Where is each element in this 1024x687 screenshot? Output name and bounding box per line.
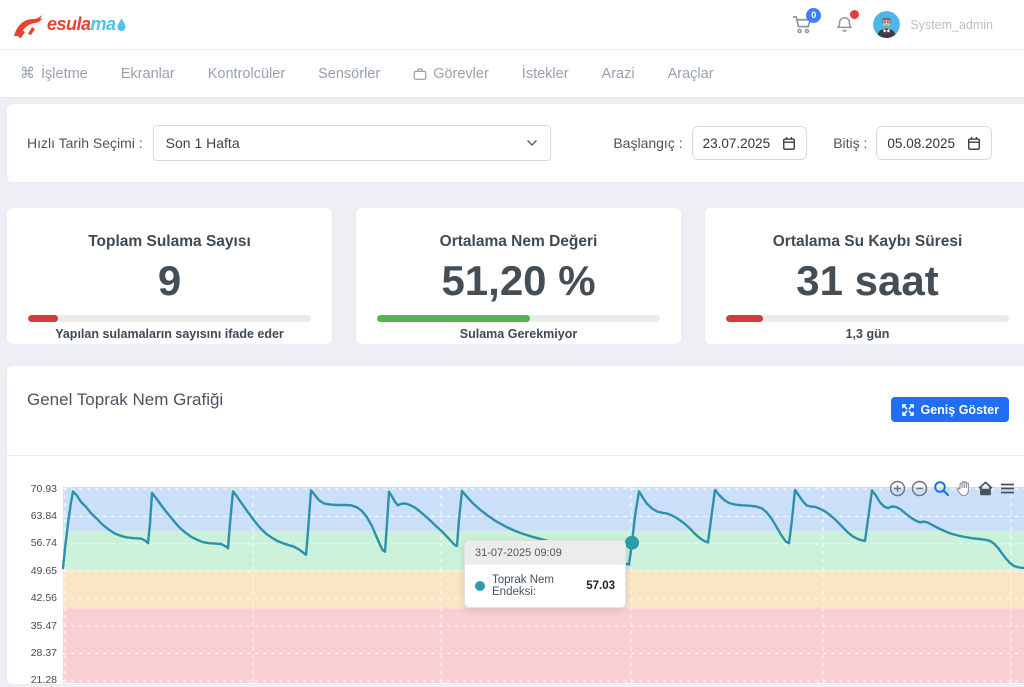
- stat-value: 9: [28, 260, 311, 302]
- pan-icon[interactable]: [955, 480, 972, 497]
- stat-progress-fill: [377, 315, 530, 322]
- logo-wordmark: esulama: [47, 14, 116, 35]
- stat-title: Toplam Sulama Sayısı: [28, 233, 311, 251]
- stat-card-total-irrigation: Toplam Sulama Sayısı 9 Yapılan sulamalar…: [6, 207, 333, 345]
- stat-title: Ortalama Su Kaybı Süresi: [726, 233, 1009, 251]
- nav-item-kontrolculer[interactable]: Kontrolcüler: [208, 66, 285, 82]
- nav-item-gorevler[interactable]: Görevler: [413, 66, 489, 82]
- divider: [7, 455, 1024, 456]
- home-icon[interactable]: [977, 480, 994, 497]
- chevron-down-icon: [526, 139, 538, 147]
- cart-count-badge: 0: [806, 8, 821, 23]
- stat-value: 31 saat: [726, 260, 1009, 302]
- stat-title: Ortalama Nem Değeri: [377, 233, 660, 251]
- tooltip-value: 57.03: [586, 580, 615, 592]
- cart-button[interactable]: 0: [789, 12, 815, 38]
- stat-caption: 1,3 gün: [726, 327, 1009, 341]
- nav-item-araclar[interactable]: Araçlar: [668, 66, 714, 82]
- notification-dot: [850, 10, 859, 19]
- start-date-group: Başlangıç : 23.07.2025: [613, 126, 807, 160]
- expand-icon: [901, 403, 915, 417]
- calendar-icon[interactable]: [967, 136, 981, 151]
- nav-item-sensorler[interactable]: Sensörler: [318, 66, 380, 82]
- chart-tooltip: 31-07-2025 09:09 Toprak Nem Endeksi: 57.…: [464, 540, 626, 608]
- stat-cards-row: Toplam Sulama Sayısı 9 Yapılan sulamalar…: [6, 207, 1024, 345]
- series-dot-icon: [475, 581, 485, 591]
- nav-item-arazi[interactable]: Arazi: [602, 66, 635, 82]
- start-date-label: Başlangıç :: [613, 135, 682, 151]
- end-date-input[interactable]: 05.08.2025: [876, 126, 992, 160]
- notifications-button[interactable]: [831, 12, 857, 38]
- start-date-input[interactable]: 23.07.2025: [692, 126, 808, 160]
- nav-item-isletme[interactable]: ⌘ İşletme: [20, 66, 88, 82]
- calendar-icon[interactable]: [782, 136, 796, 151]
- tooltip-body: Toprak Nem Endeksi: 57.03: [465, 565, 625, 607]
- stat-card-water-loss: Ortalama Su Kaybı Süresi 31 saat 1,3 gün: [704, 207, 1024, 345]
- main-content: Hızlı Tarih Seçimi : Son 1 Hafta Başlang…: [0, 98, 1024, 687]
- username-label: System_admin: [910, 18, 993, 32]
- main-nav: ⌘ İşletme Ekranlar Kontrolcüler Sensörle…: [0, 50, 1024, 98]
- chart-toolbar: [889, 480, 1016, 497]
- quick-date-select[interactable]: Son 1 Hafta: [153, 125, 551, 161]
- command-icon: ⌘: [20, 66, 35, 81]
- tooltip-timestamp: 31-07-2025 09:09: [465, 541, 625, 565]
- page: esulama 0: [0, 0, 1024, 683]
- stat-progress-track: [726, 315, 1009, 322]
- app-logo[interactable]: esulama: [12, 10, 126, 40]
- tooltip-series-label: Toprak Nem Endeksi:: [492, 574, 577, 598]
- avatar-image: [873, 11, 900, 38]
- stat-caption: Sulama Gerekmiyor: [377, 327, 660, 341]
- menu-icon[interactable]: [999, 480, 1016, 497]
- stat-value: 51,20 %: [377, 260, 660, 302]
- stat-progress-fill: [28, 315, 58, 322]
- zoom-out-icon[interactable]: [911, 480, 928, 497]
- zoom-in-icon[interactable]: [889, 480, 906, 497]
- bell-icon: [836, 16, 853, 34]
- nav-item-istekler[interactable]: İstekler: [522, 66, 569, 82]
- quick-date-label: Hızlı Tarih Seçimi :: [27, 135, 143, 151]
- stat-card-average-moisture: Ortalama Nem Değeri 51,20 % Sulama Gerek…: [355, 207, 682, 345]
- stat-progress-track: [377, 315, 660, 322]
- end-date-label: Bitiş :: [833, 135, 867, 151]
- stat-caption: Yapılan sulamaların sayısını ifade eder: [28, 327, 311, 341]
- soil-moisture-chart-card: Genel Toprak Nem Grafiği Geniş Göster: [6, 365, 1024, 685]
- chart-title: Genel Toprak Nem Grafiği: [27, 390, 223, 410]
- top-right-cluster: 0: [789, 11, 993, 38]
- stat-progress-fill: [726, 315, 763, 322]
- top-bar: esulama 0: [0, 0, 1024, 50]
- logo-animal-icon: [12, 10, 46, 40]
- stat-progress-track: [28, 315, 311, 322]
- avatar[interactable]: [873, 11, 900, 38]
- date-filter-bar: Hızlı Tarih Seçimi : Son 1 Hafta Başlang…: [6, 103, 1024, 183]
- nav-item-ekranlar[interactable]: Ekranlar: [121, 66, 175, 82]
- selection-zoom-icon[interactable]: [933, 480, 950, 497]
- briefcase-icon: [413, 67, 427, 81]
- logo-droplet-icon: [117, 18, 126, 31]
- end-date-group: Bitiş : 05.08.2025: [833, 126, 992, 160]
- expand-chart-button[interactable]: Geniş Göster: [891, 397, 1010, 422]
